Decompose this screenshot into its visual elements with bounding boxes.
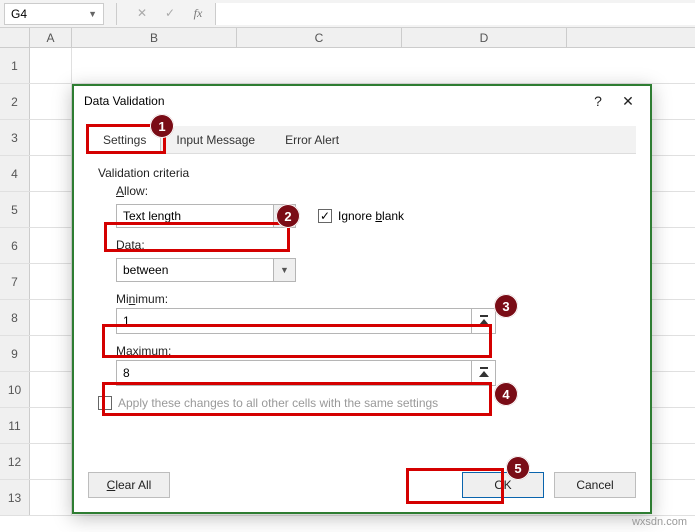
refedit-icon[interactable] (471, 361, 495, 385)
chevron-down-icon: ▼ (273, 205, 295, 227)
refedit-icon[interactable] (471, 309, 495, 333)
close-icon[interactable]: ✕ (616, 93, 640, 110)
cell[interactable] (30, 48, 72, 83)
column-header[interactable]: D (402, 28, 567, 47)
apply-label: Apply these changes to all other cells w… (118, 396, 438, 410)
tab-error-alert[interactable]: Error Alert (270, 126, 354, 153)
cell[interactable] (30, 228, 72, 263)
minimum-label: Minimum: (116, 292, 626, 306)
row-header[interactable]: 12 (0, 444, 30, 479)
row-header[interactable]: 4 (0, 156, 30, 191)
tab-input-message[interactable]: Input Message (161, 126, 270, 153)
name-box-value: G4 (11, 7, 27, 21)
chevron-down-icon: ▼ (273, 259, 295, 281)
cancel-edit-icon[interactable]: ✕ (135, 6, 149, 21)
insert-function-icon[interactable]: fx (191, 6, 205, 21)
column-headers: A B C D (0, 28, 695, 48)
cell[interactable] (30, 480, 72, 515)
row-header[interactable]: 13 (0, 480, 30, 515)
watermark: wxsdn.com (632, 516, 687, 528)
column-header[interactable]: A (30, 28, 72, 47)
cell[interactable] (30, 156, 72, 191)
row-header[interactable]: 8 (0, 300, 30, 335)
dialog-title: Data Validation (84, 94, 586, 108)
checkbox-icon: ✓ (318, 209, 332, 223)
dialog-tabs: Settings Input Message Error Alert (88, 126, 636, 154)
dialog-buttons: Clear All OK Cancel (88, 472, 636, 498)
data-label: Data: (116, 238, 626, 252)
row-header[interactable]: 7 (0, 264, 30, 299)
section-title: Validation criteria (98, 166, 626, 180)
minimum-value: 1 (123, 314, 130, 328)
cell[interactable] (30, 300, 72, 335)
cell[interactable] (30, 336, 72, 371)
column-header[interactable]: C (237, 28, 402, 47)
row-header[interactable]: 9 (0, 336, 30, 371)
cell[interactable] (30, 84, 72, 119)
checkbox-icon: ✓ (98, 396, 112, 410)
minimum-input[interactable]: 1 (116, 308, 496, 334)
data-value: between (123, 263, 168, 277)
row-header[interactable]: 6 (0, 228, 30, 263)
cell[interactable] (30, 192, 72, 227)
confirm-edit-icon[interactable]: ✓ (163, 6, 177, 21)
dialog-titlebar: Data Validation ? ✕ (74, 86, 650, 116)
apply-to-others-checkbox: ✓ Apply these changes to all other cells… (98, 396, 626, 410)
help-button[interactable]: ? (586, 93, 610, 109)
row-header[interactable]: 10 (0, 372, 30, 407)
chevron-down-icon[interactable]: ▼ (88, 9, 97, 19)
formula-bar-buttons: ✕ ✓ fx (125, 6, 215, 21)
allow-value: Text length (123, 209, 181, 223)
cell[interactable] (30, 372, 72, 407)
clear-all-button[interactable]: Clear All (88, 472, 170, 498)
tab-settings[interactable]: Settings (88, 126, 161, 154)
settings-panel: Validation criteria AAllow:llow: Text le… (88, 162, 636, 420)
ok-button[interactable]: OK (462, 472, 544, 498)
select-all-corner[interactable] (0, 28, 30, 47)
cell[interactable] (30, 120, 72, 155)
cell[interactable] (30, 264, 72, 299)
formula-input[interactable] (215, 3, 695, 25)
maximum-input[interactable]: 8 (116, 360, 496, 386)
row-header[interactable]: 1 (0, 48, 30, 83)
allow-select[interactable]: Text length ▼ (116, 204, 296, 228)
row-header[interactable]: 11 (0, 408, 30, 443)
name-box[interactable]: G4 ▼ (4, 3, 104, 25)
row-header[interactable]: 2 (0, 84, 30, 119)
ignore-blank-checkbox[interactable]: ✓ Ignore blank (318, 209, 404, 223)
row-header[interactable]: 5 (0, 192, 30, 227)
cell[interactable] (30, 408, 72, 443)
allow-label: AAllow:llow: (116, 184, 626, 198)
divider (116, 3, 117, 25)
maximum-label: Maximum: (116, 344, 626, 358)
cell[interactable] (30, 444, 72, 479)
cancel-button[interactable]: Cancel (554, 472, 636, 498)
row-header[interactable]: 3 (0, 120, 30, 155)
data-validation-dialog: Data Validation ? ✕ Settings Input Messa… (72, 84, 652, 514)
data-select[interactable]: between ▼ (116, 258, 296, 282)
column-header[interactable]: B (72, 28, 237, 47)
maximum-value: 8 (123, 366, 130, 380)
formula-bar: G4 ▼ ✕ ✓ fx (0, 0, 695, 28)
